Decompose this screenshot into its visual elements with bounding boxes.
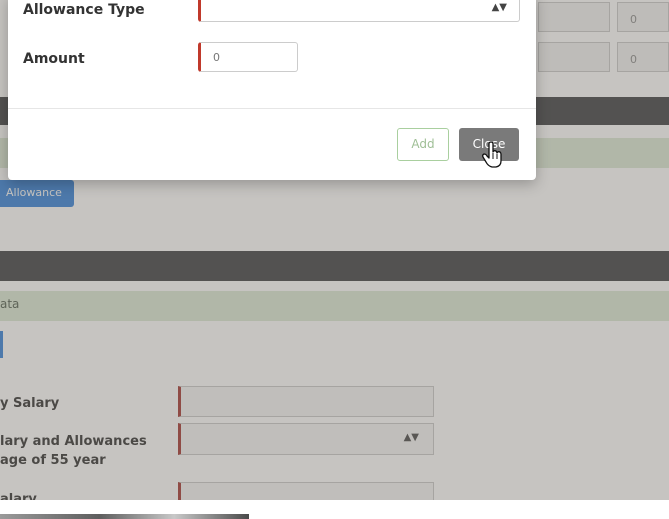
add-allowance-modal: Allowance Type ▲▼ Amount 0 Add Close [8, 0, 536, 180]
bottom-strip [0, 500, 669, 519]
allowance-type-label: Allowance Type [23, 2, 145, 18]
sort-arrows-icon: ▲▼ [491, 2, 507, 13]
amount-label: Amount [23, 51, 85, 67]
hand-pointer-icon [482, 142, 502, 168]
allowance-type-select[interactable]: ▲▼ [198, 0, 520, 22]
modal-footer-divider [8, 108, 536, 109]
taskbar-thumbnail [0, 514, 249, 519]
add-button[interactable]: Add [397, 128, 449, 161]
amount-input[interactable]: 0 [198, 42, 298, 72]
